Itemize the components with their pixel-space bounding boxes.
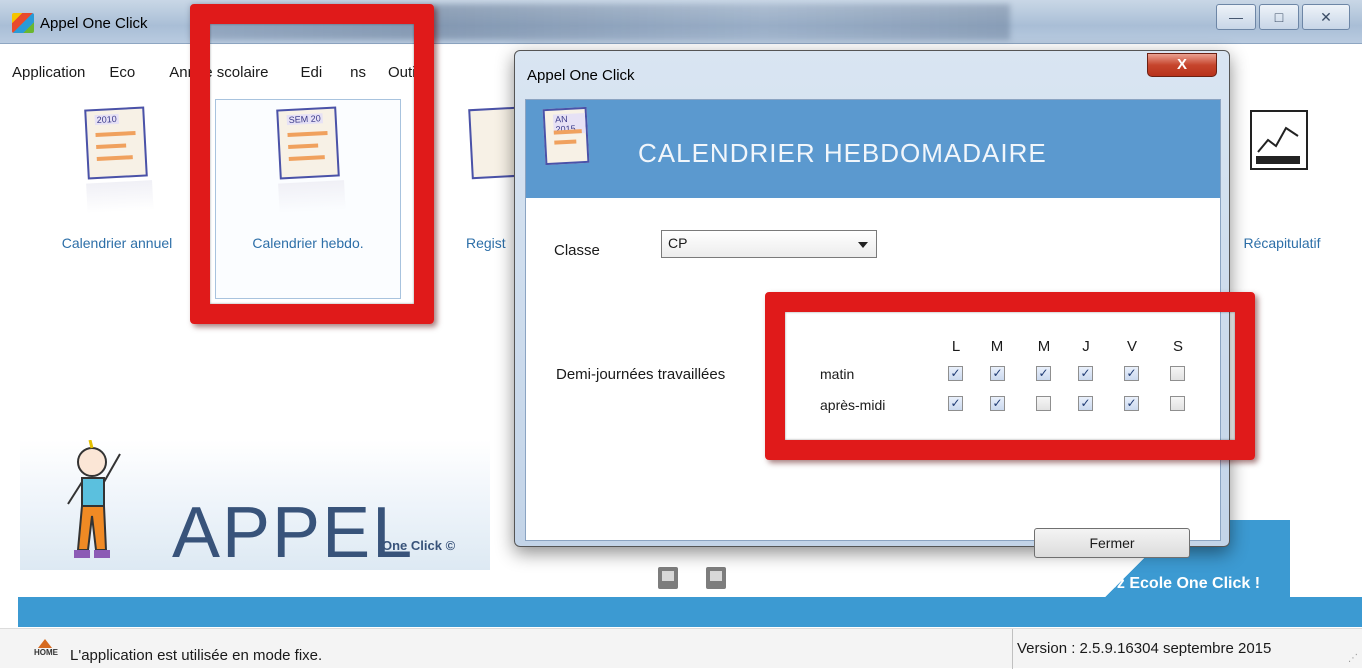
promo-link[interactable]: ...enez Ecole One Click ! xyxy=(1076,575,1260,593)
resize-grip[interactable]: ⋰ xyxy=(1348,653,1358,664)
dialog-header: AN 2015 CALENDRIER HEBDOMADAIRE xyxy=(526,100,1220,198)
demi-journees-label: Demi-journées travaillées xyxy=(556,366,726,383)
version-date: 4 septembre 2015 xyxy=(1150,640,1272,657)
calendar-year-icon: AN 2015 xyxy=(542,106,590,166)
classe-select[interactable]: CP xyxy=(661,230,877,258)
recap-chart-icon xyxy=(1250,110,1308,170)
status-message: L'application est utilisée en mode fixe. xyxy=(70,647,323,664)
tool-calendrier-annuel[interactable]: 2010 Calendrier annuel xyxy=(22,100,212,300)
tool-recapitulatif[interactable]: Récapitulatif xyxy=(1222,100,1342,300)
classe-label: Classe xyxy=(554,242,600,259)
status-bar: HOME L'application est utilisée en mode … xyxy=(0,628,1362,669)
fermer-button[interactable]: Fermer xyxy=(1034,528,1190,558)
calendar-annual-icon: 2010 xyxy=(84,106,154,214)
close-window-button[interactable]: ✕ xyxy=(1302,4,1350,30)
menu-ecole[interactable]: Eco xyxy=(97,58,147,88)
blue-band xyxy=(18,597,1362,627)
icon-tag: 2010 xyxy=(94,113,120,126)
highlight-box-days xyxy=(765,292,1255,460)
register-icon xyxy=(468,106,520,180)
appel-logo-area: APPEL One Click © xyxy=(20,440,490,573)
logo-text: APPEL xyxy=(172,493,415,573)
next-page-icon[interactable] xyxy=(706,567,726,589)
dialog-title: Appel One Click xyxy=(527,67,635,84)
logo-subtitle: One Click © xyxy=(382,538,456,553)
home-icon: HOME xyxy=(34,639,58,659)
prev-page-icon[interactable] xyxy=(658,567,678,589)
restore-button[interactable]: □ xyxy=(1259,4,1299,30)
classe-value: CP xyxy=(668,235,688,251)
tool-registre[interactable]: Regist xyxy=(440,100,520,300)
app-icon xyxy=(12,13,34,33)
tool-label: Récapitulatif xyxy=(1243,235,1321,251)
dialog-close-button[interactable]: X xyxy=(1147,53,1217,77)
tool-label: Calendrier annuel xyxy=(61,235,173,251)
version-info: Version : 2.5.9.16304 septembre 2015 xyxy=(1012,629,1342,669)
dialog-header-title: CALENDRIER HEBDOMADAIRE xyxy=(638,138,1047,168)
minimize-button[interactable]: — xyxy=(1216,4,1256,30)
version-number: Version : 2.5.9.1630 xyxy=(1017,640,1151,657)
window-title: Appel One Click xyxy=(40,15,148,32)
highlight-box-hebdo xyxy=(190,4,434,324)
menu-application[interactable]: Application xyxy=(0,58,97,88)
chevron-down-icon xyxy=(858,242,868,248)
mascot-icon xyxy=(67,440,121,558)
